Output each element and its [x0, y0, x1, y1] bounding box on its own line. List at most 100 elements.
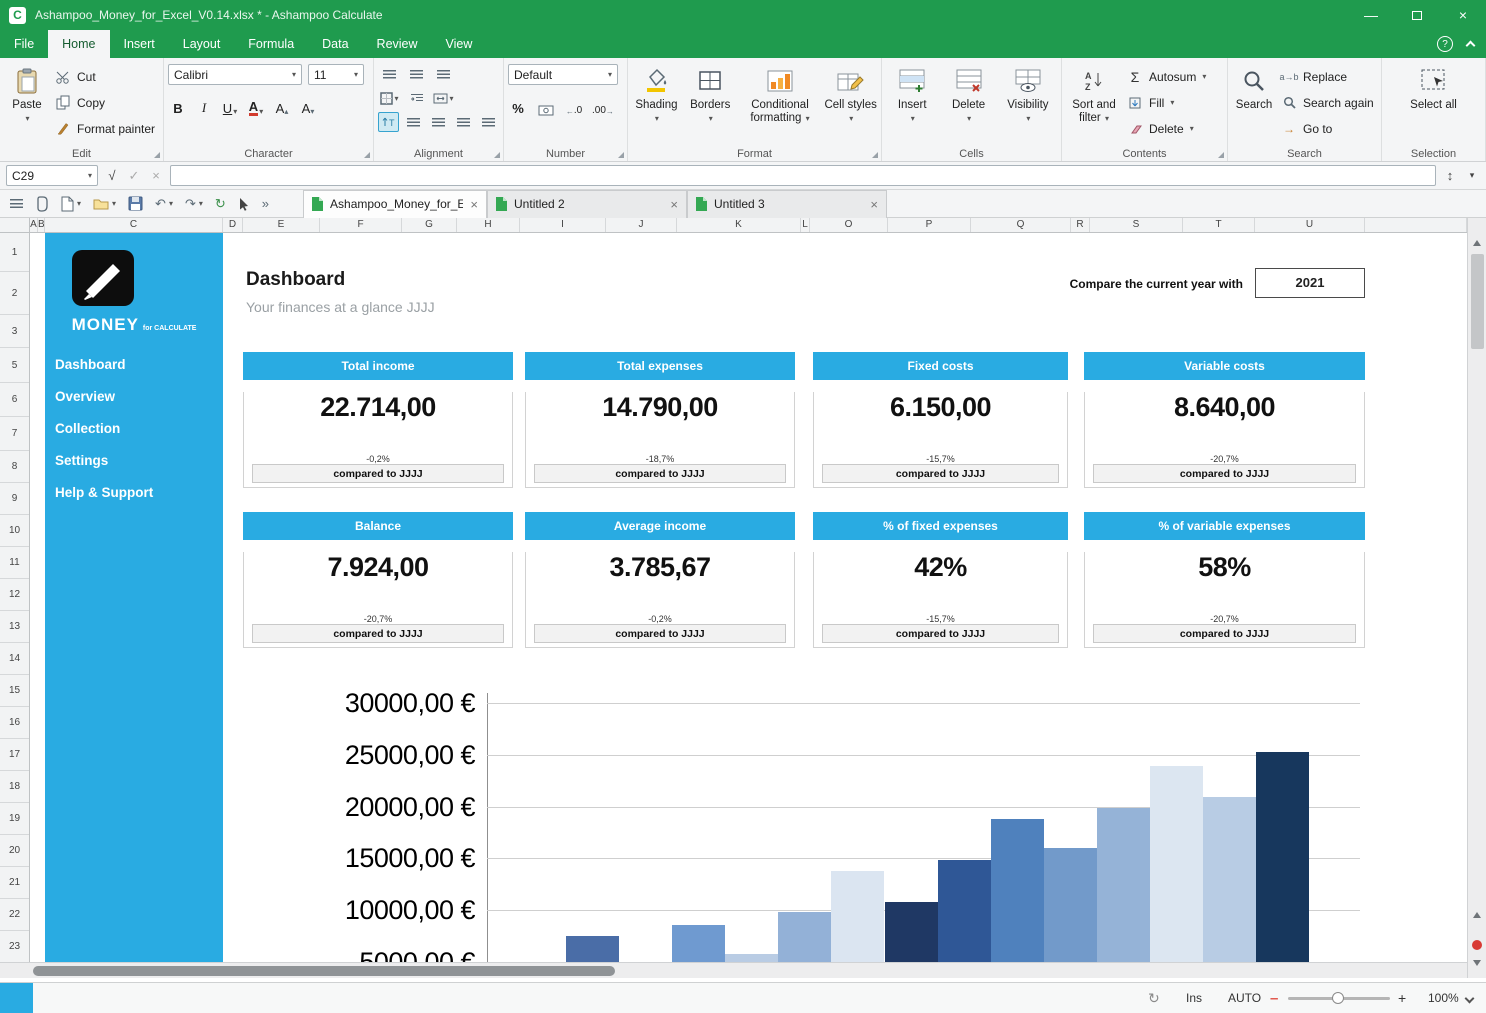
column-header-J[interactable]: J: [606, 218, 677, 233]
row-header-21[interactable]: 21: [0, 867, 29, 899]
sidebar-item-settings[interactable]: Settings: [45, 445, 223, 477]
row-header-17[interactable]: 17: [0, 739, 29, 771]
font-size-select[interactable]: 11▾: [308, 64, 364, 85]
minimize-button[interactable]: —: [1348, 0, 1394, 30]
close-button[interactable]: ×: [1440, 0, 1486, 30]
redo-button[interactable]: ↷▾: [181, 192, 207, 216]
search-again-button[interactable]: Search again: [1280, 90, 1374, 115]
number-format-select[interactable]: Default▾: [508, 64, 618, 85]
cell-borders-button[interactable]: ▾: [378, 88, 401, 108]
column-header-K[interactable]: K: [677, 218, 801, 233]
align-center-button[interactable]: [428, 112, 449, 132]
cell-styles-button[interactable]: Cell styles ▾: [824, 64, 877, 145]
column-header-blank[interactable]: [1365, 218, 1467, 233]
insert-mode-indicator[interactable]: Ins: [1186, 983, 1202, 1013]
column-header-O[interactable]: O: [810, 218, 888, 233]
prev-page-icon[interactable]: [1473, 912, 1481, 918]
align-middle-button[interactable]: [405, 64, 428, 84]
menu-layout[interactable]: Layout: [169, 30, 235, 58]
paste-button[interactable]: Paste▾: [4, 64, 50, 145]
cancel-icon[interactable]: ×: [148, 168, 164, 183]
insert-cells-button[interactable]: Insert▾: [886, 64, 938, 145]
row-header-7[interactable]: 7: [0, 417, 29, 451]
underline-button[interactable]: U▾: [220, 97, 240, 118]
select-all-button[interactable]: Select all: [1408, 64, 1460, 145]
sheet-tab[interactable]: Untitled 3×: [687, 190, 887, 218]
justify-button[interactable]: [478, 112, 499, 132]
scroll-up-icon[interactable]: [1473, 240, 1481, 246]
visibility-button[interactable]: Visibility▾: [999, 64, 1057, 145]
row-header-19[interactable]: 19: [0, 803, 29, 835]
row-header-8[interactable]: 8: [0, 451, 29, 483]
accept-icon[interactable]: ✓: [126, 168, 142, 184]
text-orientation-button[interactable]: T: [378, 112, 399, 132]
sidebar-item-dashboard[interactable]: Dashboard: [45, 349, 223, 381]
percent-format-button[interactable]: %: [508, 97, 528, 118]
zoom-out-icon[interactable]: –: [1270, 983, 1278, 1013]
menu-file[interactable]: File: [0, 30, 48, 58]
column-header-A[interactable]: A: [30, 218, 38, 233]
zoom-level[interactable]: 100%: [1428, 983, 1459, 1013]
column-header-E[interactable]: E: [243, 218, 320, 233]
pointer-tool-icon[interactable]: [234, 192, 254, 216]
sidebar-item-help-support[interactable]: Help & Support: [45, 477, 223, 509]
menu-data[interactable]: Data: [308, 30, 362, 58]
sidebar-item-collection[interactable]: Collection: [45, 413, 223, 445]
bold-button[interactable]: B: [168, 97, 188, 118]
undo-button[interactable]: ↶▾: [151, 192, 177, 216]
row-header-1[interactable]: 1: [0, 233, 29, 272]
column-header-L[interactable]: L: [801, 218, 810, 233]
vertical-scrollbar[interactable]: [1467, 218, 1486, 978]
horizontal-scrollbar-thumb[interactable]: [33, 966, 615, 976]
column-header-U[interactable]: U: [1255, 218, 1365, 233]
zoom-options-icon[interactable]: [1466, 983, 1473, 1013]
add-decimal-button[interactable]: ←.0: [564, 97, 584, 118]
align-left-button[interactable]: [403, 112, 424, 132]
row-header-22[interactable]: 22: [0, 899, 29, 931]
sort-filter-button[interactable]: AZ Sort and filter ▾: [1066, 64, 1122, 145]
format-painter-button[interactable]: Format painter: [54, 116, 155, 141]
close-icon[interactable]: ×: [870, 197, 878, 212]
hand-tool-icon[interactable]: [31, 192, 53, 216]
row-header-10[interactable]: 10: [0, 515, 29, 547]
column-header-C[interactable]: C: [45, 218, 223, 233]
currency-format-button[interactable]: [536, 97, 556, 118]
replace-button[interactable]: a→bReplace: [1280, 64, 1374, 89]
expand-formula-bar-icon[interactable]: ↕: [1442, 168, 1458, 183]
close-icon[interactable]: ×: [470, 197, 478, 212]
column-header-P[interactable]: P: [888, 218, 971, 233]
menu-view[interactable]: View: [432, 30, 487, 58]
sheet-tab[interactable]: Untitled 2×: [487, 190, 687, 218]
sheet-tab[interactable]: Ashampoo_Money_for_E...×: [303, 190, 487, 218]
column-header-H[interactable]: H: [457, 218, 520, 233]
hamburger-menu-icon[interactable]: [6, 192, 27, 216]
auto-mode-indicator[interactable]: AUTO: [1228, 983, 1261, 1013]
remove-decimal-button[interactable]: .00→: [592, 97, 614, 118]
scroll-down-icon[interactable]: [1473, 960, 1481, 966]
conditional-formatting-button[interactable]: Conditional formatting ▾: [740, 64, 821, 145]
font-color-button[interactable]: A▾: [246, 97, 266, 118]
save-button[interactable]: [124, 192, 147, 216]
shrink-font-button[interactable]: A▾: [298, 97, 318, 118]
menu-insert[interactable]: Insert: [110, 30, 169, 58]
help-icon[interactable]: ?: [1437, 36, 1453, 52]
column-header-T[interactable]: T: [1183, 218, 1255, 233]
column-header-S[interactable]: S: [1090, 218, 1183, 233]
fill-button[interactable]: Fill▾: [1126, 90, 1206, 115]
row-header-9[interactable]: 9: [0, 483, 29, 515]
row-header-20[interactable]: 20: [0, 835, 29, 867]
autosum-button[interactable]: ΣAutosum▾: [1126, 64, 1206, 89]
close-icon[interactable]: ×: [670, 197, 678, 212]
vertical-scrollbar-thumb[interactable]: [1471, 254, 1484, 349]
italic-button[interactable]: I: [194, 97, 214, 118]
search-button[interactable]: Search: [1232, 64, 1276, 145]
row-header-14[interactable]: 14: [0, 643, 29, 675]
menu-review[interactable]: Review: [363, 30, 432, 58]
row-header-5[interactable]: 5: [0, 348, 29, 383]
compare-year-input[interactable]: 2021: [1255, 268, 1365, 298]
zoom-slider-thumb[interactable]: [1332, 992, 1344, 1004]
row-header-23[interactable]: 23: [0, 931, 29, 962]
column-header-B[interactable]: B: [38, 218, 45, 233]
column-header-F[interactable]: F: [320, 218, 402, 233]
column-header-R[interactable]: R: [1071, 218, 1090, 233]
